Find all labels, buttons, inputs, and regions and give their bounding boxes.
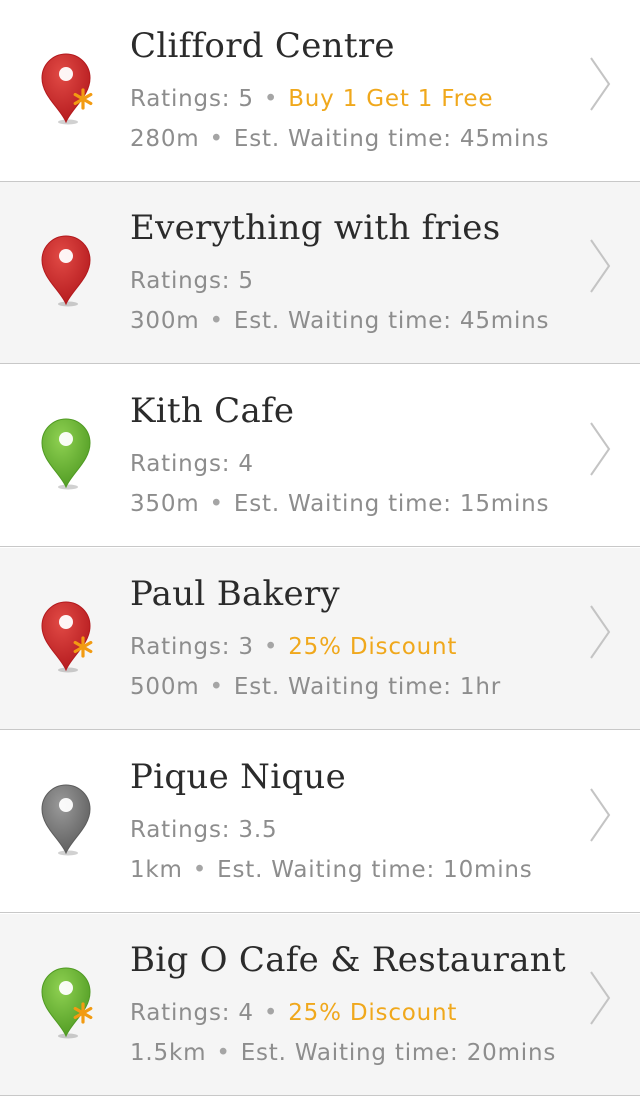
waiting-time-text: Est. Waiting time: 45mins [233, 308, 550, 334]
list-item[interactable]: Kith Cafe Ratings: 4 350m • Est. Waiting t… [0, 365, 640, 547]
separator-dot: • [263, 634, 279, 660]
separator-dot: • [209, 674, 224, 700]
restaurant-name: Clifford Centre [130, 26, 395, 66]
restaurant-name: Paul Bakery [130, 574, 340, 614]
distance-line: 1.5km • Est. Waiting time: 20mins [130, 1040, 556, 1066]
list-item[interactable]: Paul Bakery Ratings: 3 • 25% Discount 500m… [0, 548, 640, 730]
ratings-line: Ratings: 4 • 25% Discount [130, 1000, 457, 1026]
ratings-text: Ratings: 5 [130, 268, 254, 294]
ratings-text: Ratings: 4 [130, 1000, 254, 1026]
promo-text: 25% Discount [288, 1000, 458, 1026]
map-pin-icon [38, 966, 98, 1040]
promo-text: Buy 1 Get 1 Free [288, 86, 494, 112]
list-item[interactable]: Big O Cafe & Restaurant Ratings: 4 • 25% D… [0, 914, 640, 1096]
list-item[interactable]: Pique Nique Ratings: 3.5 1km • Est. Waitin… [0, 731, 640, 913]
map-pin-icon [38, 417, 98, 491]
ratings-text: Ratings: 5 [130, 86, 254, 112]
ratings-text: Ratings: 3.5 [130, 817, 278, 843]
separator-dot: • [209, 308, 224, 334]
distance-line: 280m • Est. Waiting time: 45mins [130, 126, 549, 152]
ratings-text: Ratings: 4 [130, 451, 254, 477]
map-pin-icon [38, 52, 98, 126]
restaurant-name: Everything with fries [130, 208, 501, 248]
separator-dot: • [263, 86, 279, 112]
chevron-right-icon[interactable] [588, 604, 612, 660]
chevron-right-icon[interactable] [588, 238, 612, 294]
distance-line: 350m • Est. Waiting time: 15mins [130, 491, 549, 517]
separator-dot: • [216, 1040, 231, 1066]
map-pin-icon [38, 234, 98, 308]
map-pin-icon [38, 783, 98, 857]
distance-line: 500m • Est. Waiting time: 1hr [130, 674, 501, 700]
separator-dot: • [263, 1000, 279, 1026]
distance-text: 300m [130, 308, 200, 334]
separator-dot: • [209, 491, 224, 517]
restaurant-name: Pique Nique [130, 757, 347, 797]
promo-text: 25% Discount [288, 634, 458, 660]
distance-line: 300m • Est. Waiting time: 45mins [130, 308, 549, 334]
waiting-time-text: Est. Waiting time: 15mins [233, 491, 550, 517]
list-item[interactable]: Everything with fries Ratings: 5 300m • Es… [0, 182, 640, 364]
distance-text: 1km [130, 857, 183, 883]
chevron-right-icon[interactable] [588, 56, 612, 112]
chevron-right-icon[interactable] [588, 787, 612, 843]
restaurant-name: Kith Cafe [130, 391, 295, 431]
separator-dot: • [209, 126, 224, 152]
waiting-time-text: Est. Waiting time: 1hr [233, 674, 501, 700]
ratings-line: Ratings: 3 • 25% Discount [130, 634, 457, 660]
distance-text: 1.5km [130, 1040, 207, 1066]
ratings-line: Ratings: 5 [130, 268, 254, 294]
distance-text: 500m [130, 674, 200, 700]
ratings-line: Ratings: 5 • Buy 1 Get 1 Free [130, 86, 493, 112]
map-pin-icon [38, 600, 98, 674]
list-item[interactable]: Clifford Centre Ratings: 5 • Buy 1 Get 1 F… [0, 0, 640, 182]
ratings-line: Ratings: 3.5 [130, 817, 277, 843]
chevron-right-icon[interactable] [588, 970, 612, 1026]
chevron-right-icon[interactable] [588, 421, 612, 477]
separator-dot: • [192, 857, 208, 883]
waiting-time-text: Est. Waiting time: 20mins [240, 1040, 557, 1066]
waiting-time-text: Est. Waiting time: 10mins [217, 857, 533, 883]
ratings-line: Ratings: 4 [130, 451, 254, 477]
ratings-text: Ratings: 3 [130, 634, 254, 660]
waiting-time-text: Est. Waiting time: 45mins [233, 126, 550, 152]
distance-text: 350m [130, 491, 200, 517]
restaurant-list: Clifford Centre Ratings: 5 • Buy 1 Get 1 F… [0, 0, 640, 1097]
restaurant-name: Big O Cafe & Restaurant [130, 940, 566, 980]
distance-text: 280m [130, 126, 200, 152]
distance-line: 1km • Est. Waiting time: 10mins [130, 857, 533, 883]
